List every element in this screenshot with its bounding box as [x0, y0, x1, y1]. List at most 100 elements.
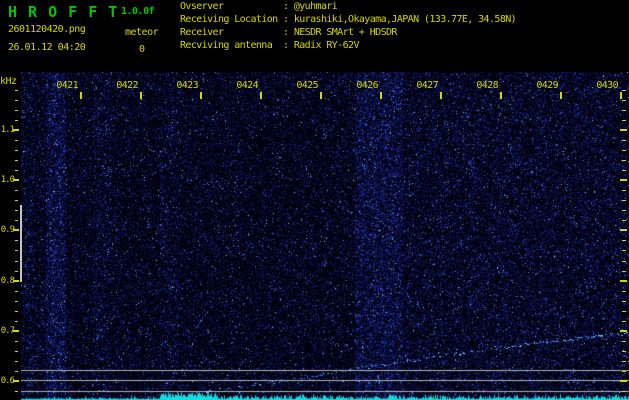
info-label: Receiver: [180, 27, 224, 38]
info-separator: :: [283, 14, 294, 25]
frequency-minor-tick: [15, 170, 18, 171]
frequency-minor-tick-right: [622, 301, 626, 302]
frequency-major-tick-right: [620, 129, 627, 131]
frequency-tick-label: 1.0: [0, 175, 15, 185]
time-tick-label: 0430: [596, 80, 618, 91]
frequency-minor-tick-right: [622, 361, 626, 362]
hrofft-screen: H R O F F T 1.0.0f 2601120420.png meteor…: [0, 0, 629, 400]
info-separator: :: [283, 1, 294, 12]
meteor-counter-label: meteor: [125, 27, 159, 38]
frequency-minor-tick-right: [622, 261, 626, 262]
frequency-minor-tick: [15, 250, 18, 251]
frequency-minor-tick-right: [622, 160, 626, 161]
time-tick-label: 0422: [116, 80, 138, 91]
time-tick-label: 0429: [536, 80, 558, 91]
frequency-tick-label: 0.6: [0, 376, 15, 386]
frequency-minor-tick: [15, 301, 18, 302]
frequency-major-tick-right: [620, 330, 627, 332]
observation-datetime: 26.01.12 04:20: [8, 42, 86, 53]
frequency-minor-tick: [15, 190, 18, 191]
time-tick-label: 0426: [356, 80, 378, 91]
frequency-major-tick-right: [620, 380, 627, 382]
frequency-minor-tick: [15, 311, 18, 312]
frequency-major-tick: [13, 129, 19, 131]
frequency-minor-tick: [15, 140, 18, 141]
time-minute-tick: [140, 92, 142, 99]
app-version: 1.0.0f: [121, 6, 155, 17]
app-title: H R O F F T: [8, 3, 119, 21]
info-separator: :: [283, 40, 294, 51]
frequency-minor-tick-right: [622, 90, 626, 91]
frequency-minor-tick-right: [622, 140, 626, 141]
frequency-minor-tick: [15, 291, 18, 292]
time-tick-label: 0425: [296, 80, 318, 91]
frequency-minor-tick-right: [622, 210, 626, 211]
frequency-minor-tick: [15, 200, 18, 201]
time-minute-tick: [620, 92, 622, 99]
frequency-minor-tick-right: [622, 120, 626, 121]
station-info-row: Receiving Location: kurashiki,Okayama,JA…: [180, 14, 517, 27]
time-tick-label: 0428: [476, 80, 498, 91]
frequency-minor-tick: [15, 351, 18, 352]
info-label: Receiving Location: [180, 14, 278, 25]
frequency-minor-tick-right: [622, 250, 626, 251]
frequency-minor-tick: [15, 361, 18, 362]
frequency-minor-tick: [15, 391, 18, 392]
station-info-block: Ovserver: @yuhmari Receiving Location: ku…: [180, 1, 517, 53]
frequency-minor-tick-right: [622, 391, 626, 392]
frequency-minor-tick: [15, 90, 18, 91]
echo-band-marker: [20, 205, 22, 282]
output-filename: 2601120420.png: [8, 24, 86, 35]
info-value: @yuhmari: [293, 1, 338, 12]
station-info-row: Ovserver: @yuhmari: [180, 1, 516, 14]
frequency-minor-tick-right: [622, 371, 626, 372]
time-tick-label: 0427: [416, 80, 438, 91]
frequency-tick-label: 0.9: [0, 225, 15, 235]
frequency-minor-tick-right: [622, 311, 626, 312]
frequency-minor-tick: [15, 110, 18, 111]
time-minute-tick: [560, 92, 562, 99]
frequency-minor-tick-right: [622, 351, 626, 352]
frequency-minor-tick: [15, 210, 18, 211]
frequency-minor-tick-right: [622, 240, 626, 241]
time-minute-tick: [500, 92, 502, 99]
frequency-major-tick: [13, 380, 19, 382]
frequency-tick-label: 0.8: [0, 276, 15, 286]
frequency-major-tick: [13, 229, 19, 231]
frequency-minor-tick-right: [622, 291, 626, 292]
frequency-minor-tick-right: [622, 321, 626, 322]
info-value: kurashiki,Okayama,JAPAN (133.77E, 34.58N…: [293, 14, 517, 25]
time-minute-tick: [440, 92, 442, 99]
time-tick-label: 0421: [56, 80, 78, 91]
frequency-minor-tick: [15, 261, 18, 262]
frequency-minor-tick-right: [622, 220, 626, 221]
frequency-minor-tick: [15, 240, 18, 241]
frequency-minor-tick: [15, 160, 18, 161]
frequency-minor-tick: [15, 150, 18, 151]
frequency-minor-tick-right: [622, 200, 626, 201]
info-value: Radix RY-62V: [293, 40, 360, 51]
station-info-row: Receiver: NESDR SMArt + HDSDR: [180, 27, 516, 40]
info-label: Ovserver: [180, 1, 224, 12]
frequency-major-tick: [13, 179, 19, 181]
frequency-minor-tick-right: [622, 341, 626, 342]
frequency-tick-label: 0.7: [0, 326, 15, 336]
spectrogram-canvas: [21, 72, 629, 400]
frequency-minor-tick: [15, 341, 18, 342]
frequency-minor-tick: [15, 371, 18, 372]
frequency-tick-label: 1.1: [0, 125, 15, 135]
info-label: Recviving antenna: [180, 40, 273, 51]
station-info-row: Recviving antenna: Radix RY-62V: [180, 40, 516, 53]
meteor-count-value: 0: [138, 44, 146, 55]
time-tick-label: 0424: [236, 80, 258, 91]
frequency-major-tick: [13, 330, 19, 332]
frequency-minor-tick-right: [622, 150, 626, 151]
frequency-minor-tick: [15, 120, 18, 121]
frequency-minor-tick: [15, 220, 18, 221]
frequency-minor-tick-right: [622, 271, 626, 272]
frequency-major-tick: [13, 280, 19, 282]
time-minute-tick: [320, 92, 322, 99]
frequency-minor-tick-right: [622, 110, 626, 111]
frequency-major-tick-right: [620, 280, 627, 282]
info-value: NESDR SMArt + HDSDR: [293, 27, 398, 38]
